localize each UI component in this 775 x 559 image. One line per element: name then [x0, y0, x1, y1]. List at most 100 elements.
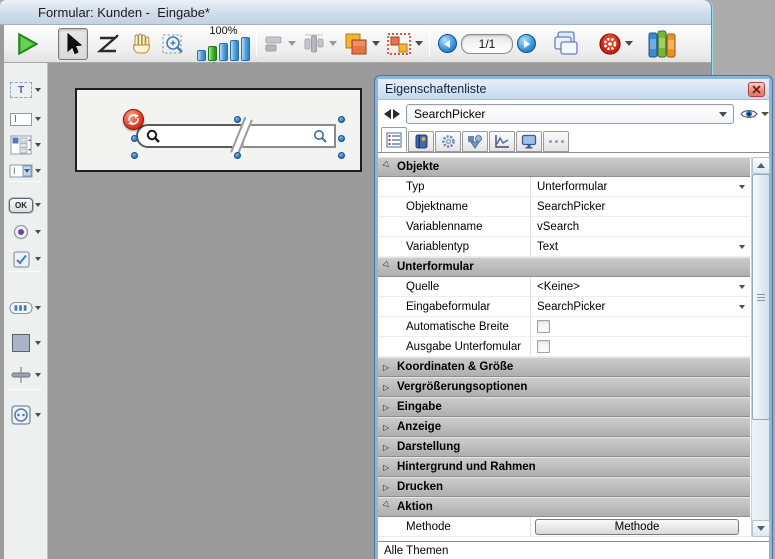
chevron-down-icon[interactable] — [739, 245, 745, 249]
tool-button[interactable]: OK — [5, 191, 47, 219]
form-pages-button[interactable] — [552, 28, 582, 60]
automatische-breite-checkbox[interactable] — [537, 320, 550, 333]
distribute-button[interactable] — [302, 28, 337, 60]
tool-button-grid[interactable] — [5, 294, 47, 322]
chevron-down-icon[interactable] — [739, 185, 745, 189]
scrollbar-thumb[interactable] — [752, 174, 770, 420]
tool-checkbox[interactable] — [5, 245, 47, 273]
entry-order-button[interactable] — [93, 28, 123, 60]
tab-diagramm[interactable] — [489, 131, 515, 152]
zoom-scale-widget[interactable]: 100% — [197, 26, 250, 61]
variablenname-value-field[interactable]: vSearch — [530, 217, 750, 236]
tab-anzeige[interactable] — [516, 131, 542, 152]
checkbox-dropdown[interactable] — [35, 257, 41, 261]
searchpicker-widget-right[interactable] — [242, 124, 336, 148]
tool-splitter[interactable] — [5, 361, 47, 389]
zoom-bar-50[interactable] — [197, 50, 206, 61]
ausgabe-unterformular-checkbox[interactable] — [537, 340, 550, 353]
section-header-objekte[interactable]: ▷ Objekte — [378, 157, 750, 177]
selection-handle-mid-left[interactable] — [131, 135, 138, 142]
tool-list-box[interactable] — [5, 131, 47, 159]
scroll-down-button[interactable] — [752, 520, 770, 537]
execute-form-button[interactable] — [12, 28, 42, 60]
window-titlebar[interactable]: Formular: Kunden - Eingabe* — [0, 0, 711, 25]
tool-radio-button[interactable] — [5, 218, 47, 246]
splitter-dropdown[interactable] — [35, 373, 41, 377]
chevron-down-icon[interactable] — [739, 285, 745, 289]
selection-handle-bottom-center[interactable] — [234, 152, 241, 159]
zoom-bar-100[interactable] — [208, 46, 217, 61]
zoom-tool-button[interactable] — [159, 28, 189, 60]
select-tool-button[interactable] — [58, 28, 88, 60]
zoom-bar-200[interactable] — [219, 43, 228, 61]
next-page-button[interactable] — [517, 34, 536, 53]
hand-tool-button[interactable] — [127, 28, 157, 60]
panel-scrollbar[interactable] — [751, 157, 769, 537]
object-selector-chevron — [719, 112, 727, 117]
distribute-dropdown-chevron[interactable] — [329, 41, 337, 46]
align-button[interactable] — [263, 28, 296, 60]
eingabeformular-value-dropdown[interactable]: SearchPicker — [530, 297, 750, 316]
view-options-button[interactable] — [740, 108, 769, 120]
combo-box-dropdown[interactable] — [35, 169, 41, 173]
section-header-drucken[interactable]: ▷ Drucken — [378, 477, 750, 497]
button-grid-dropdown[interactable] — [35, 306, 41, 310]
view-options-chevron[interactable] — [761, 112, 769, 116]
object-actions-dropdown-chevron[interactable] — [625, 41, 633, 46]
typ-value-dropdown[interactable]: Unterformular — [530, 177, 750, 196]
static-text-dropdown[interactable] — [35, 88, 41, 92]
rectangle-dropdown[interactable] — [35, 341, 41, 345]
group-button[interactable] — [386, 28, 423, 60]
scroll-up-button[interactable] — [752, 157, 770, 174]
section-header-aktion[interactable]: ▷ Aktion — [378, 497, 750, 517]
quelle-value-dropdown[interactable]: <Keine> — [530, 277, 750, 296]
tool-static-text[interactable]: T — [5, 76, 47, 104]
selection-handle-mid-right[interactable] — [338, 135, 345, 142]
input-field-dropdown[interactable] — [35, 117, 41, 121]
radio-button-dropdown[interactable] — [35, 230, 41, 234]
selection-handle-top-right[interactable] — [338, 116, 345, 123]
variablentyp-value-dropdown[interactable]: Text — [530, 237, 750, 256]
methode-button[interactable]: Methode — [535, 519, 739, 535]
searchpicker-widget-left[interactable] — [136, 124, 242, 148]
chevron-down-icon[interactable] — [739, 305, 745, 309]
section-header-darstellung[interactable]: ▷ Darstellung — [378, 437, 750, 457]
tool-input-field[interactable]: I — [5, 105, 47, 133]
object-selector-dropdown[interactable]: SearchPicker — [406, 104, 734, 124]
layer-order-button[interactable] — [343, 28, 380, 60]
panel-titlebar[interactable]: Eigenschaftenliste — [378, 79, 769, 100]
section-header-hintergrund-und-rahmen[interactable]: ▷ Hintergrund und Rahmen — [378, 457, 750, 477]
tool-rectangle[interactable] — [5, 329, 47, 357]
tool-plugin-area[interactable] — [5, 401, 47, 429]
selection-handle-top-center[interactable] — [234, 116, 241, 123]
section-header-eingabe[interactable]: ▷ Eingabe — [378, 397, 750, 417]
tab-objekte[interactable] — [462, 131, 488, 152]
tab-daten[interactable] — [408, 131, 434, 152]
button-dropdown[interactable] — [35, 203, 41, 207]
panel-close-button[interactable] — [748, 82, 765, 97]
selection-handle-bottom-right[interactable] — [338, 152, 345, 159]
selection-handle-bottom-left[interactable] — [131, 152, 138, 159]
align-dropdown-chevron[interactable] — [288, 41, 296, 46]
zoom-bar-400[interactable] — [230, 40, 239, 61]
layer-order-dropdown-chevron[interactable] — [372, 41, 380, 46]
section-header-vergroesserungsoptionen[interactable]: ▷ Vergrößerungsoptionen — [378, 377, 750, 397]
tab-eigenschaften-liste[interactable] — [381, 127, 407, 152]
section-header-unterformular[interactable]: ▷ Unterformular — [378, 257, 750, 277]
group-dropdown-chevron[interactable] — [415, 41, 423, 46]
previous-page-button[interactable] — [438, 34, 457, 53]
section-header-anzeige[interactable]: ▷ Anzeige — [378, 417, 750, 437]
objektname-value-field[interactable]: SearchPicker — [530, 197, 750, 216]
object-actions-button[interactable] — [598, 28, 633, 60]
zoom-bar-800[interactable] — [241, 37, 250, 61]
zoom-bars[interactable] — [197, 37, 250, 61]
tab-optionen[interactable] — [435, 131, 461, 152]
section-header-koordinaten[interactable]: ▷ Koordinaten & Größe — [378, 357, 750, 377]
plugin-area-dropdown[interactable] — [35, 413, 41, 417]
form-page[interactable] — [75, 88, 362, 172]
library-button[interactable] — [647, 28, 677, 60]
list-box-dropdown[interactable] — [35, 143, 41, 147]
next-object-button[interactable] — [393, 109, 400, 119]
previous-object-button[interactable] — [384, 109, 391, 119]
tab-mehr[interactable] — [543, 131, 569, 152]
